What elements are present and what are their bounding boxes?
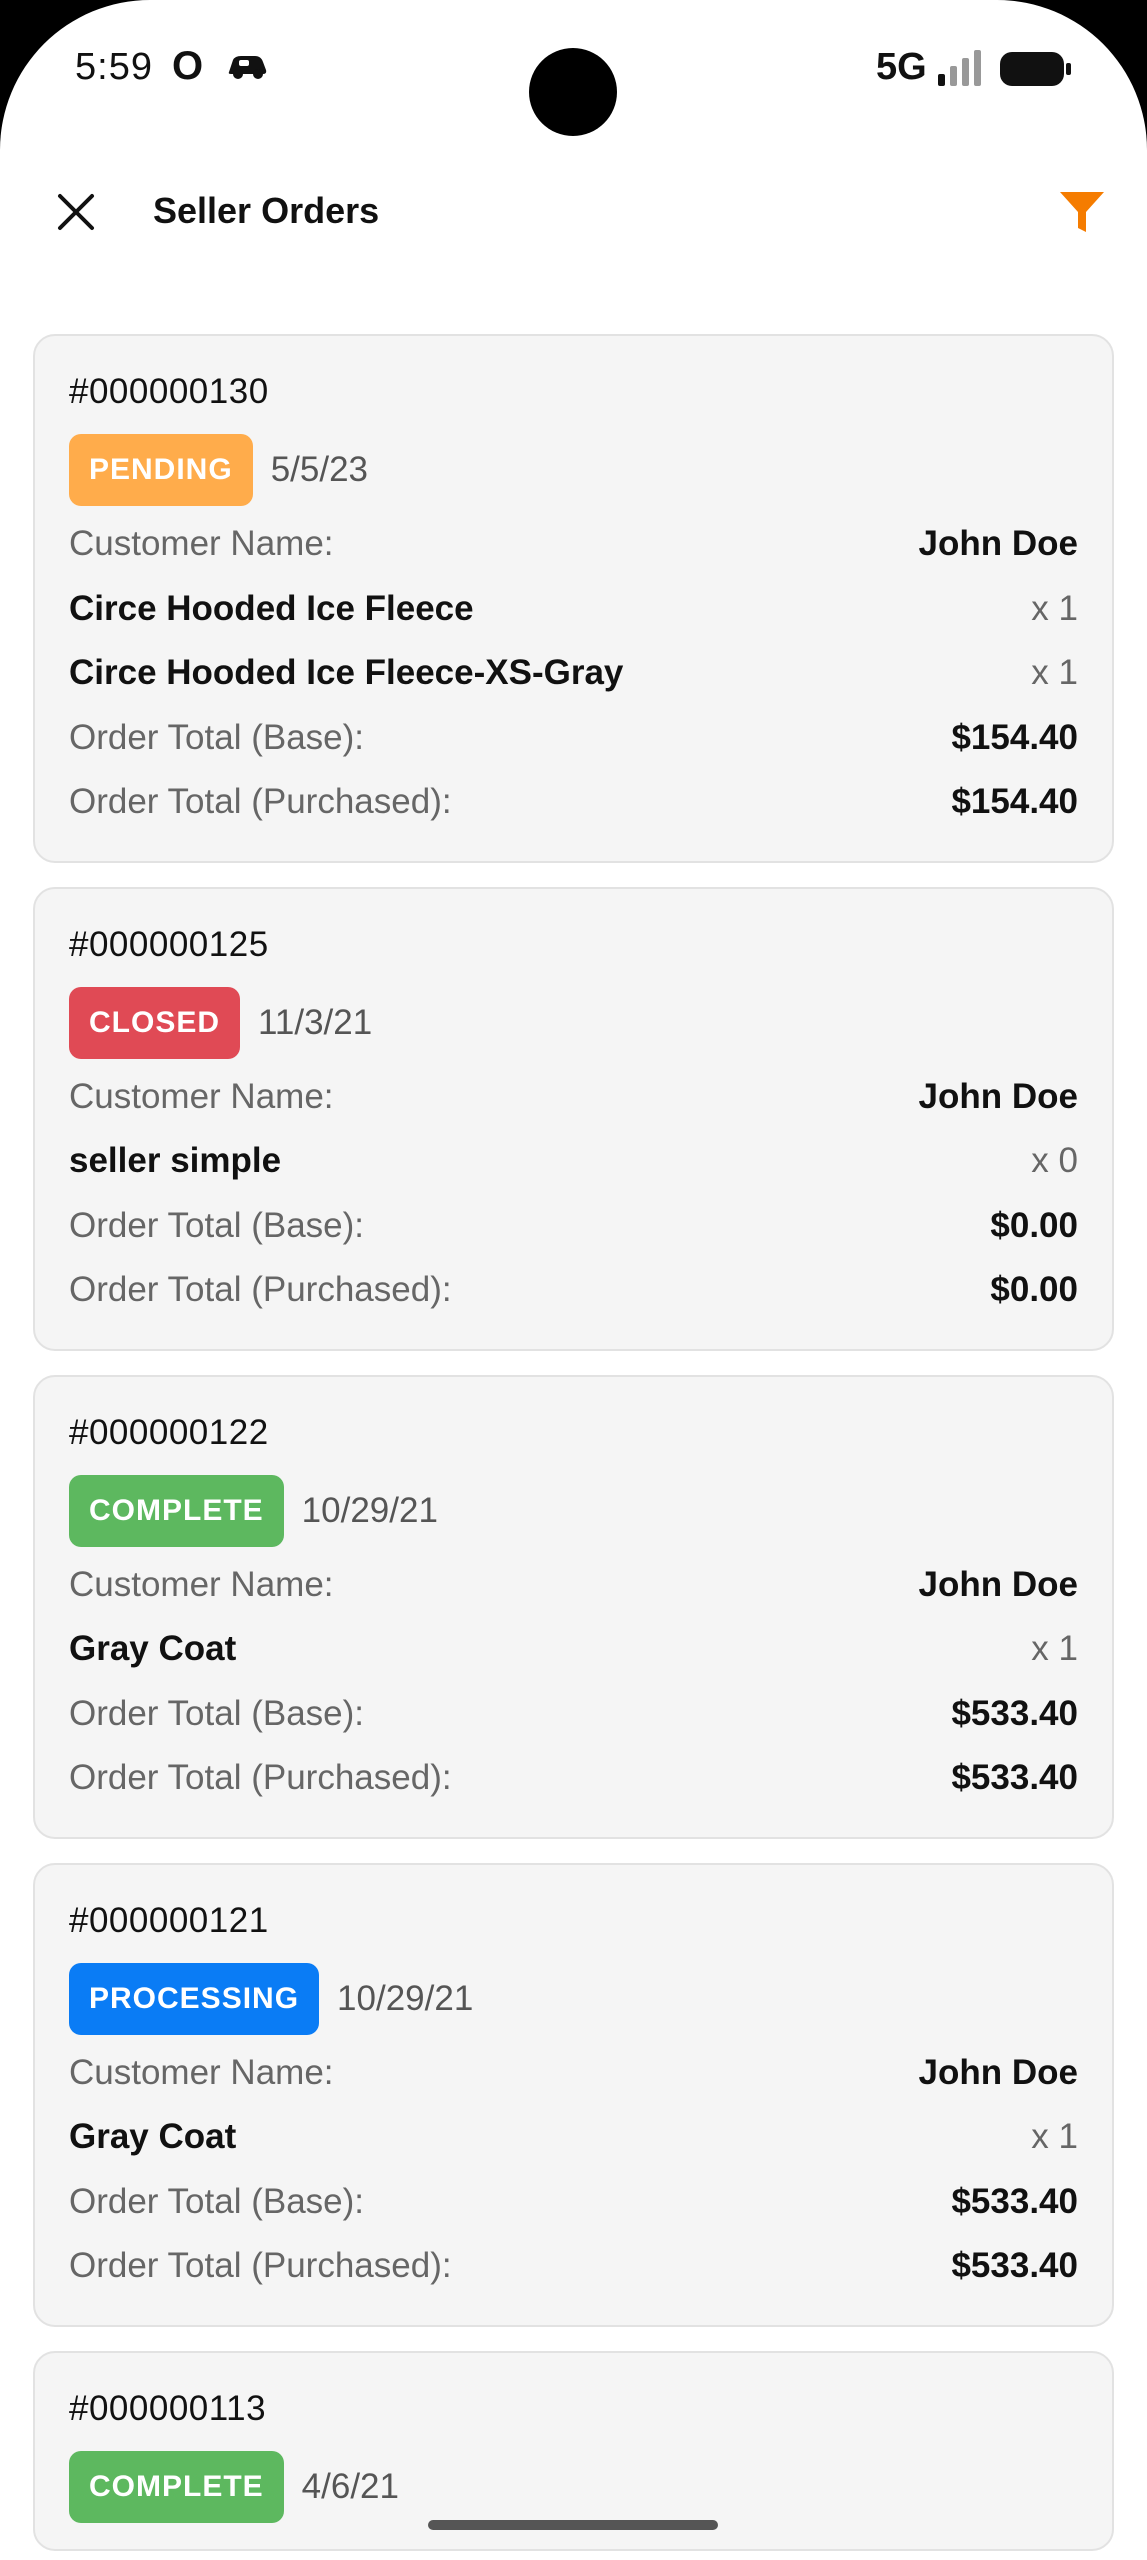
- customer-name-value: John Doe: [918, 2052, 1078, 2092]
- order-number: #000000121: [69, 1900, 269, 1940]
- status-time: 5:59: [75, 46, 153, 88]
- order-total-purchased-label: Order Total (Purchased):: [69, 782, 452, 822]
- item-quantity: x 0: [1031, 1141, 1078, 1181]
- item-name: Circe Hooded Ice Fleece: [69, 588, 474, 628]
- order-line: Order Total (Purchased): $533.40: [69, 2234, 1078, 2299]
- order-total-purchased-value: $533.40: [951, 2246, 1078, 2286]
- customer-name-label: Customer Name:: [69, 2052, 334, 2092]
- order-line: Customer Name: John Doe: [69, 1553, 1078, 1618]
- order-status-row: PROCESSING 10/29/21: [69, 1962, 1078, 2035]
- customer-name-label: Customer Name:: [69, 1076, 334, 1116]
- order-line: Customer Name: John Doe: [69, 2041, 1078, 2106]
- order-line: seller simple x 0: [69, 1129, 1078, 1194]
- item-quantity: x 1: [1031, 588, 1078, 628]
- order-date: 5/5/23: [270, 450, 368, 489]
- item-quantity: x 1: [1031, 653, 1078, 693]
- filter-button[interactable]: [1050, 180, 1114, 244]
- order-line: Order Total (Base): $154.40: [69, 706, 1078, 771]
- close-button[interactable]: [44, 180, 108, 244]
- order-date: 4/6/21: [301, 2466, 399, 2506]
- order-total-base-value: $0.00: [990, 1205, 1078, 1245]
- order-status-row: COMPLETE 10/29/21: [69, 1474, 1078, 1547]
- item-quantity: x 1: [1031, 1629, 1078, 1669]
- order-total-base-value: $533.40: [951, 2181, 1078, 2221]
- order-line: Gray Coat x 1: [69, 2105, 1078, 2170]
- order-list: #000000130 PENDING 5/5/23 Customer Name:…: [33, 334, 1114, 2560]
- order-card[interactable]: #000000121 PROCESSING 10/29/21 Customer …: [33, 1862, 1114, 2327]
- order-total-base-label: Order Total (Base):: [69, 1693, 365, 1733]
- status-badge: PROCESSING: [69, 1962, 320, 2035]
- order-number: #000000122: [69, 1412, 269, 1452]
- status-badge: CLOSED: [69, 986, 241, 1059]
- order-line: Circe Hooded Ice Fleece-XS-Gray x 1: [69, 641, 1078, 706]
- order-line: Circe Hooded Ice Fleece x 1: [69, 577, 1078, 642]
- item-quantity: x 1: [1031, 2117, 1078, 2157]
- order-date: 10/29/21: [301, 1490, 438, 1530]
- front-camera: [529, 48, 617, 136]
- order-card[interactable]: #000000122 COMPLETE 10/29/21 Customer Na…: [33, 1374, 1114, 1839]
- order-line: Customer Name: John Doe: [69, 1065, 1078, 1130]
- close-icon: [58, 194, 94, 230]
- order-total-base-value: $154.40: [951, 717, 1078, 757]
- customer-name-value: John Doe: [918, 524, 1078, 564]
- order-total-base-label: Order Total (Base):: [69, 717, 365, 757]
- order-line: Order Total (Purchased): $533.40: [69, 1746, 1078, 1811]
- item-name: Circe Hooded Ice Fleece-XS-Gray: [69, 653, 624, 693]
- signal-icon: [938, 50, 981, 86]
- order-line: Order Total (Purchased): $0.00: [69, 1258, 1078, 1323]
- order-date: 11/3/21: [258, 1002, 373, 1042]
- page-title: Seller Orders: [153, 190, 380, 231]
- status-badge: COMPLETE: [69, 2450, 284, 2523]
- order-line: Order Total (Base): $533.40: [69, 2170, 1078, 2235]
- customer-name-value: John Doe: [918, 1076, 1078, 1116]
- battery-icon: [1000, 52, 1071, 86]
- order-total-purchased-label: Order Total (Purchased):: [69, 1758, 452, 1798]
- order-status-row: COMPLETE 4/6/21: [69, 2450, 1078, 2523]
- item-name: seller simple: [69, 1141, 282, 1181]
- status-bar: 5:59 O 5G: [0, 0, 1147, 140]
- order-total-base-label: Order Total (Base):: [69, 1205, 365, 1245]
- phone-screen: 5:59 O 5G Seller Orders #000000130 PENDI…: [0, 0, 1147, 2560]
- top-app-bar: Seller Orders: [0, 160, 1147, 270]
- order-lines: Customer Name: John Doe Gray Coat x 1 Order …: [69, 2041, 1078, 2299]
- customer-name-label: Customer Name:: [69, 1564, 334, 1604]
- order-total-purchased-value: $0.00: [990, 1270, 1078, 1310]
- order-total-purchased-label: Order Total (Purchased):: [69, 1270, 452, 1310]
- order-total-purchased-label: Order Total (Purchased):: [69, 2246, 452, 2286]
- item-name: Gray Coat: [69, 2117, 237, 2157]
- order-number: #000000113: [69, 2388, 267, 2428]
- order-card[interactable]: #000000125 CLOSED 11/3/21 Customer Name:…: [33, 886, 1114, 1351]
- order-card[interactable]: #000000130 PENDING 5/5/23 Customer Name:…: [33, 334, 1114, 863]
- order-total-purchased-value: $533.40: [951, 1758, 1078, 1798]
- order-line: Order Total (Base): $533.40: [69, 1682, 1078, 1747]
- order-lines: Customer Name: John Doe Gray Coat x 1 Order …: [69, 1553, 1078, 1811]
- order-number: #000000130: [69, 372, 269, 411]
- order-date: 10/29/21: [337, 1978, 474, 2018]
- order-total-base-label: Order Total (Base):: [69, 2181, 365, 2221]
- order-number: #000000125: [69, 924, 269, 964]
- order-status-row: PENDING 5/5/23: [69, 434, 1078, 506]
- customer-name-label: Customer Name:: [69, 524, 334, 564]
- order-lines: Customer Name: John Doe Circe Hooded Ice F…: [69, 512, 1078, 835]
- customer-name-value: John Doe: [918, 1564, 1078, 1604]
- filter-icon: [1060, 192, 1104, 232]
- network-type: 5G: [876, 46, 927, 88]
- app-notification-icon: O: [172, 44, 204, 88]
- car-icon: [228, 56, 267, 79]
- order-lines: Customer Name: John Doe seller simple x 0 Or…: [69, 1065, 1078, 1323]
- home-indicator[interactable]: [428, 2520, 718, 2530]
- status-badge: COMPLETE: [69, 1474, 284, 1547]
- order-total-purchased-value: $154.40: [951, 782, 1078, 822]
- order-line: Customer Name: John Doe: [69, 512, 1078, 577]
- order-line: Gray Coat x 1: [69, 1617, 1078, 1682]
- order-line: Order Total (Base): $0.00: [69, 1194, 1078, 1259]
- order-total-base-value: $533.40: [951, 1693, 1078, 1733]
- order-line: Order Total (Purchased): $154.40: [69, 770, 1078, 835]
- order-status-row: CLOSED 11/3/21: [69, 986, 1078, 1059]
- item-name: Gray Coat: [69, 1629, 237, 1669]
- status-badge: PENDING: [69, 434, 253, 506]
